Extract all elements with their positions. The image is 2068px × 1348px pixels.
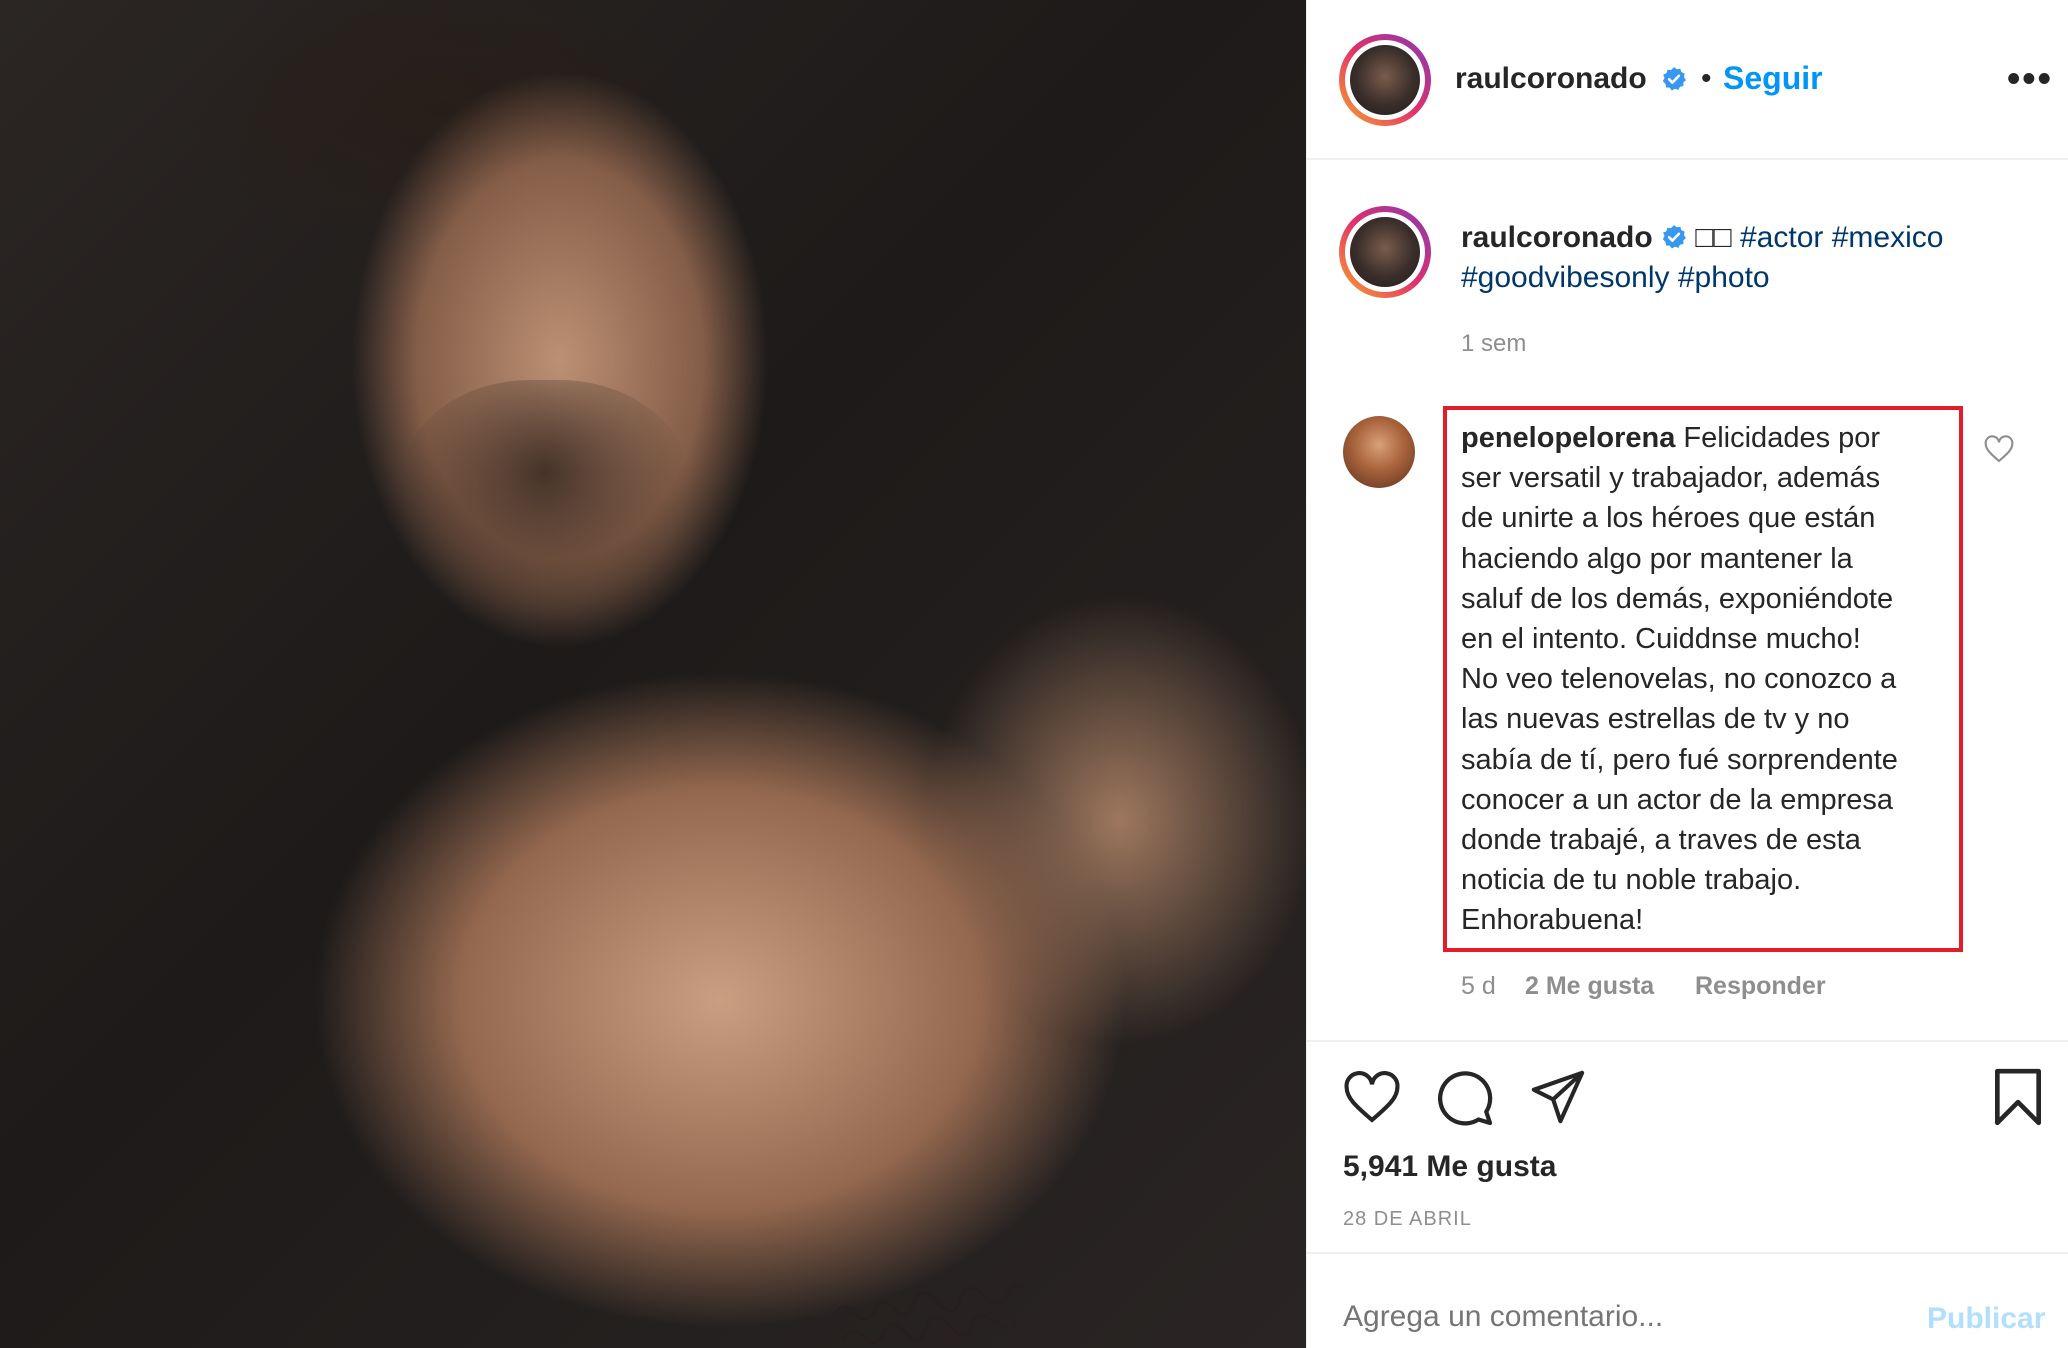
hashtag-link[interactable]: #actor	[1740, 221, 1823, 254]
hashtag-link[interactable]: #mexico	[1832, 221, 1944, 254]
header-divider	[1307, 158, 2068, 160]
header-separator: •	[1701, 62, 1712, 95]
comment-likes[interactable]: 2 Me gusta	[1525, 972, 1654, 1001]
tattoo-script	[833, 1283, 1029, 1344]
comment-reply-button[interactable]: Responder	[1695, 972, 1826, 1001]
caption-verified-badge-icon	[1662, 225, 1686, 249]
comment-line: las nuevas estrellas de tv y no	[1461, 703, 1850, 736]
comment-line: sabía de tí, pero fué sorprendente	[1461, 743, 1898, 776]
caption-username[interactable]: raulcoronado	[1461, 221, 1653, 254]
post-photo[interactable]	[0, 0, 1306, 1348]
commenter-avatar[interactable]	[1343, 416, 1415, 488]
comment-icon[interactable]	[1435, 1068, 1495, 1128]
hashtag-link[interactable]: #goodvibesonly	[1461, 261, 1670, 294]
author-avatar[interactable]	[1339, 34, 1431, 126]
share-icon[interactable]	[1529, 1068, 1587, 1126]
comment-line: Enhorabuena!	[1461, 904, 1644, 937]
comment-like-heart-icon[interactable]	[1983, 434, 2015, 464]
actions-divider	[1307, 1040, 2068, 1042]
comment-line: noticia de tu noble trabajo.	[1461, 864, 1802, 897]
add-comment-input[interactable]	[1343, 1300, 1883, 1334]
comment-line: Felicidades por	[1683, 422, 1881, 454]
comment-line: en el intento. Cuiddnse mucho!	[1461, 623, 1861, 656]
comment-line: No veo telenovelas, no conozco a	[1461, 663, 1897, 696]
comment-line: donde trabajé, a traves de esta	[1461, 824, 1861, 857]
caption-timestamp[interactable]: 1 sem	[1461, 330, 1526, 358]
hashtag-link[interactable]: #photo	[1678, 261, 1770, 294]
more-options-icon[interactable]: •••	[2007, 58, 2053, 101]
photo-tattoo	[827, 1270, 1033, 1348]
heart-icon[interactable]	[1343, 1070, 1401, 1124]
follow-button[interactable]: Seguir	[1723, 60, 1823, 97]
post-date[interactable]: 28 DE ABRIL	[1343, 1208, 1472, 1231]
comment-line: conocer a un actor de la empresa	[1461, 783, 1894, 816]
caption-emoji: □□	[1695, 221, 1732, 254]
comment-age[interactable]: 5 d	[1461, 972, 1496, 1001]
composer-divider	[1307, 1252, 2068, 1254]
post-side-panel: raulcoronado • Seguir ••• raulcoronado □…	[1306, 0, 2068, 1348]
publish-button[interactable]: Publicar	[1927, 1302, 2045, 1336]
post-caption: raulcoronado □□ #actor #mexico #goodvibe…	[1461, 218, 2001, 298]
comment-body: penelopelorena Felicidades por ser versa…	[1461, 418, 1961, 941]
verified-badge-icon	[1662, 67, 1686, 91]
caption-author-avatar[interactable]	[1339, 206, 1431, 298]
comment-line: ser versatil y trabajador, además	[1461, 462, 1881, 495]
comment-username[interactable]: penelopelorena	[1461, 422, 1675, 454]
likes-count[interactable]: 5,941 Me gusta	[1343, 1150, 1556, 1184]
comment-line: saluf de los demás, exponiéndote	[1461, 582, 1894, 615]
photo-shading	[400, 380, 690, 610]
author-username[interactable]: raulcoronado	[1455, 62, 1647, 96]
comment-line: de unirte a los héroes que están	[1461, 502, 1876, 535]
bookmark-icon[interactable]	[1991, 1066, 2045, 1128]
comment-line: haciendo algo por mantener la	[1461, 542, 1853, 575]
